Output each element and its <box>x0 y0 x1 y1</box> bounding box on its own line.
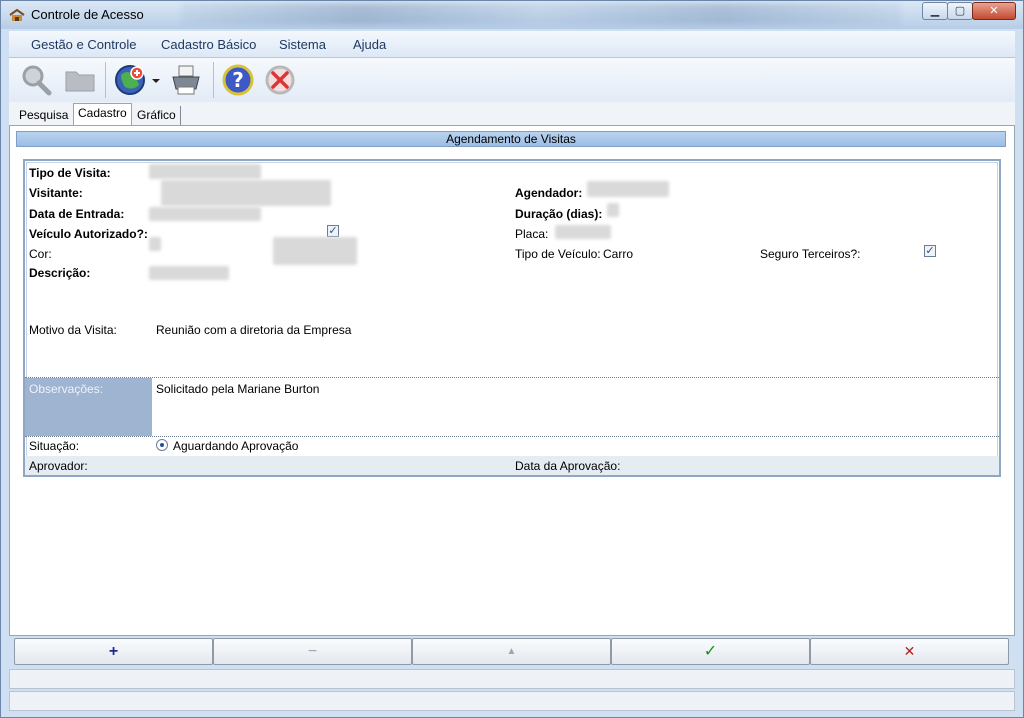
data-entrada-value[interactable] <box>149 207 261 221</box>
menu-ajuda[interactable]: Ajuda <box>353 37 386 52</box>
observacoes-label-cell: Observações: <box>25 378 152 436</box>
agendador-value[interactable] <box>587 181 669 197</box>
printer-icon[interactable] <box>169 63 203 97</box>
menu-sistema[interactable]: Sistema <box>279 37 326 52</box>
app-window: Controle de Acesso ▁ ▢ ✕ Gestão e Contro… <box>0 0 1024 718</box>
tab-cadastro[interactable]: Cadastro <box>73 103 132 126</box>
status-bar-secondary <box>9 691 1015 711</box>
cor-value[interactable] <box>149 237 161 251</box>
descricao-label: Descrição: <box>29 266 91 280</box>
seguro-terceiros-label: Seguro Terceiros?: <box>760 247 861 261</box>
situacao-radio[interactable] <box>156 439 168 451</box>
veiculo-autorizado-label: Veículo Autorizado?: <box>29 227 148 241</box>
veiculo-autorizado-checkbox[interactable]: ✓ <box>327 225 339 237</box>
menu-gestao-e-controle[interactable]: Gestão e Controle <box>31 37 137 52</box>
move-up-button[interactable]: ▲ <box>412 638 611 665</box>
seguro-terceiros-checkbox[interactable]: ✓ <box>924 245 936 257</box>
svg-text:?: ? <box>232 68 244 92</box>
globe-add-icon[interactable] <box>113 63 147 97</box>
dropdown-arrow-icon[interactable] <box>149 63 163 97</box>
motivo-visita-label: Motivo da Visita: <box>29 323 117 337</box>
aprovador-label: Aprovador: <box>29 459 88 473</box>
aprovacao-row: Aprovador: Data da Aprovação: <box>25 456 999 475</box>
tipo-visita-value[interactable] <box>149 164 261 179</box>
agendador-label: Agendador: <box>515 186 583 200</box>
remove-button[interactable]: − <box>213 638 412 665</box>
tab-strip: Pesquisa Cadastro Gráfico <box>9 102 1015 126</box>
placa-label: Placa: <box>515 227 549 241</box>
close-button[interactable]: ✕ <box>972 2 1016 20</box>
menu-cadastro-basico[interactable]: Cadastro Básico <box>161 37 256 52</box>
toolbar-separator <box>105 62 106 98</box>
data-aprovacao-label: Data da Aprovação: <box>515 459 621 473</box>
menu-bar: Gestão e Controle Cadastro Básico Sistem… <box>9 31 1015 58</box>
cor-label: Cor: <box>29 247 52 261</box>
minimize-button[interactable]: ▁ <box>922 2 948 20</box>
visitante-value[interactable] <box>161 180 331 206</box>
cor-description-value[interactable] <box>273 237 357 265</box>
toolbar-separator <box>213 62 214 98</box>
app-icon <box>9 8 25 21</box>
search-icon[interactable] <box>19 63 53 97</box>
cancel-button[interactable]: ✕ <box>810 638 1009 665</box>
observacoes-label: Observações: <box>29 382 104 396</box>
situacao-label: Situação: <box>29 439 80 453</box>
status-bar <box>9 669 1015 689</box>
maximize-button[interactable]: ▢ <box>947 2 973 20</box>
section-title: Agendamento de Visitas <box>16 131 1006 147</box>
add-button[interactable]: + <box>14 638 213 665</box>
cadastro-panel: Agendamento de Visitas Tipo de Visita: V… <box>9 125 1015 636</box>
visit-form: Tipo de Visita: Visitante: Data de Entra… <box>23 159 1001 477</box>
title-bar[interactable]: Controle de Acesso ▁ ▢ ✕ <box>1 1 1023 29</box>
observacoes-value[interactable]: Solicitado pela Mariane Burton <box>156 382 319 396</box>
confirm-button[interactable]: ✓ <box>611 638 810 665</box>
toolbar: ? <box>9 58 1015 102</box>
tipo-veiculo-value[interactable]: Carro <box>603 247 633 261</box>
tab-pesquisa[interactable]: Pesquisa <box>15 106 72 125</box>
tipo-veiculo-label: Tipo de Veículo: <box>515 247 601 261</box>
window-title: Controle de Acesso <box>31 7 144 22</box>
motivo-visita-value[interactable]: Reunião com a diretoria da Empresa <box>156 323 351 337</box>
help-icon[interactable]: ? <box>221 63 255 97</box>
visitante-label: Visitante: <box>29 186 83 200</box>
navigator-bar: + − ▲ ✓ ✕ <box>14 638 1010 666</box>
cancel-icon[interactable] <box>263 63 297 97</box>
data-entrada-label: Data de Entrada: <box>29 207 125 221</box>
folder-icon[interactable] <box>63 63 97 97</box>
title-bar-background <box>181 3 901 25</box>
duracao-label: Duração (dias): <box>515 207 603 221</box>
observacoes-row: Observações: Solicitado pela Mariane Bur… <box>25 377 999 437</box>
tab-grafico[interactable]: Gráfico <box>133 106 181 125</box>
duracao-value[interactable] <box>607 203 619 217</box>
tipo-visita-label: Tipo de Visita: <box>29 166 111 180</box>
descricao-value[interactable] <box>149 266 229 280</box>
situacao-value[interactable]: Aguardando Aprovação <box>173 439 298 453</box>
placa-value[interactable] <box>555 225 611 239</box>
